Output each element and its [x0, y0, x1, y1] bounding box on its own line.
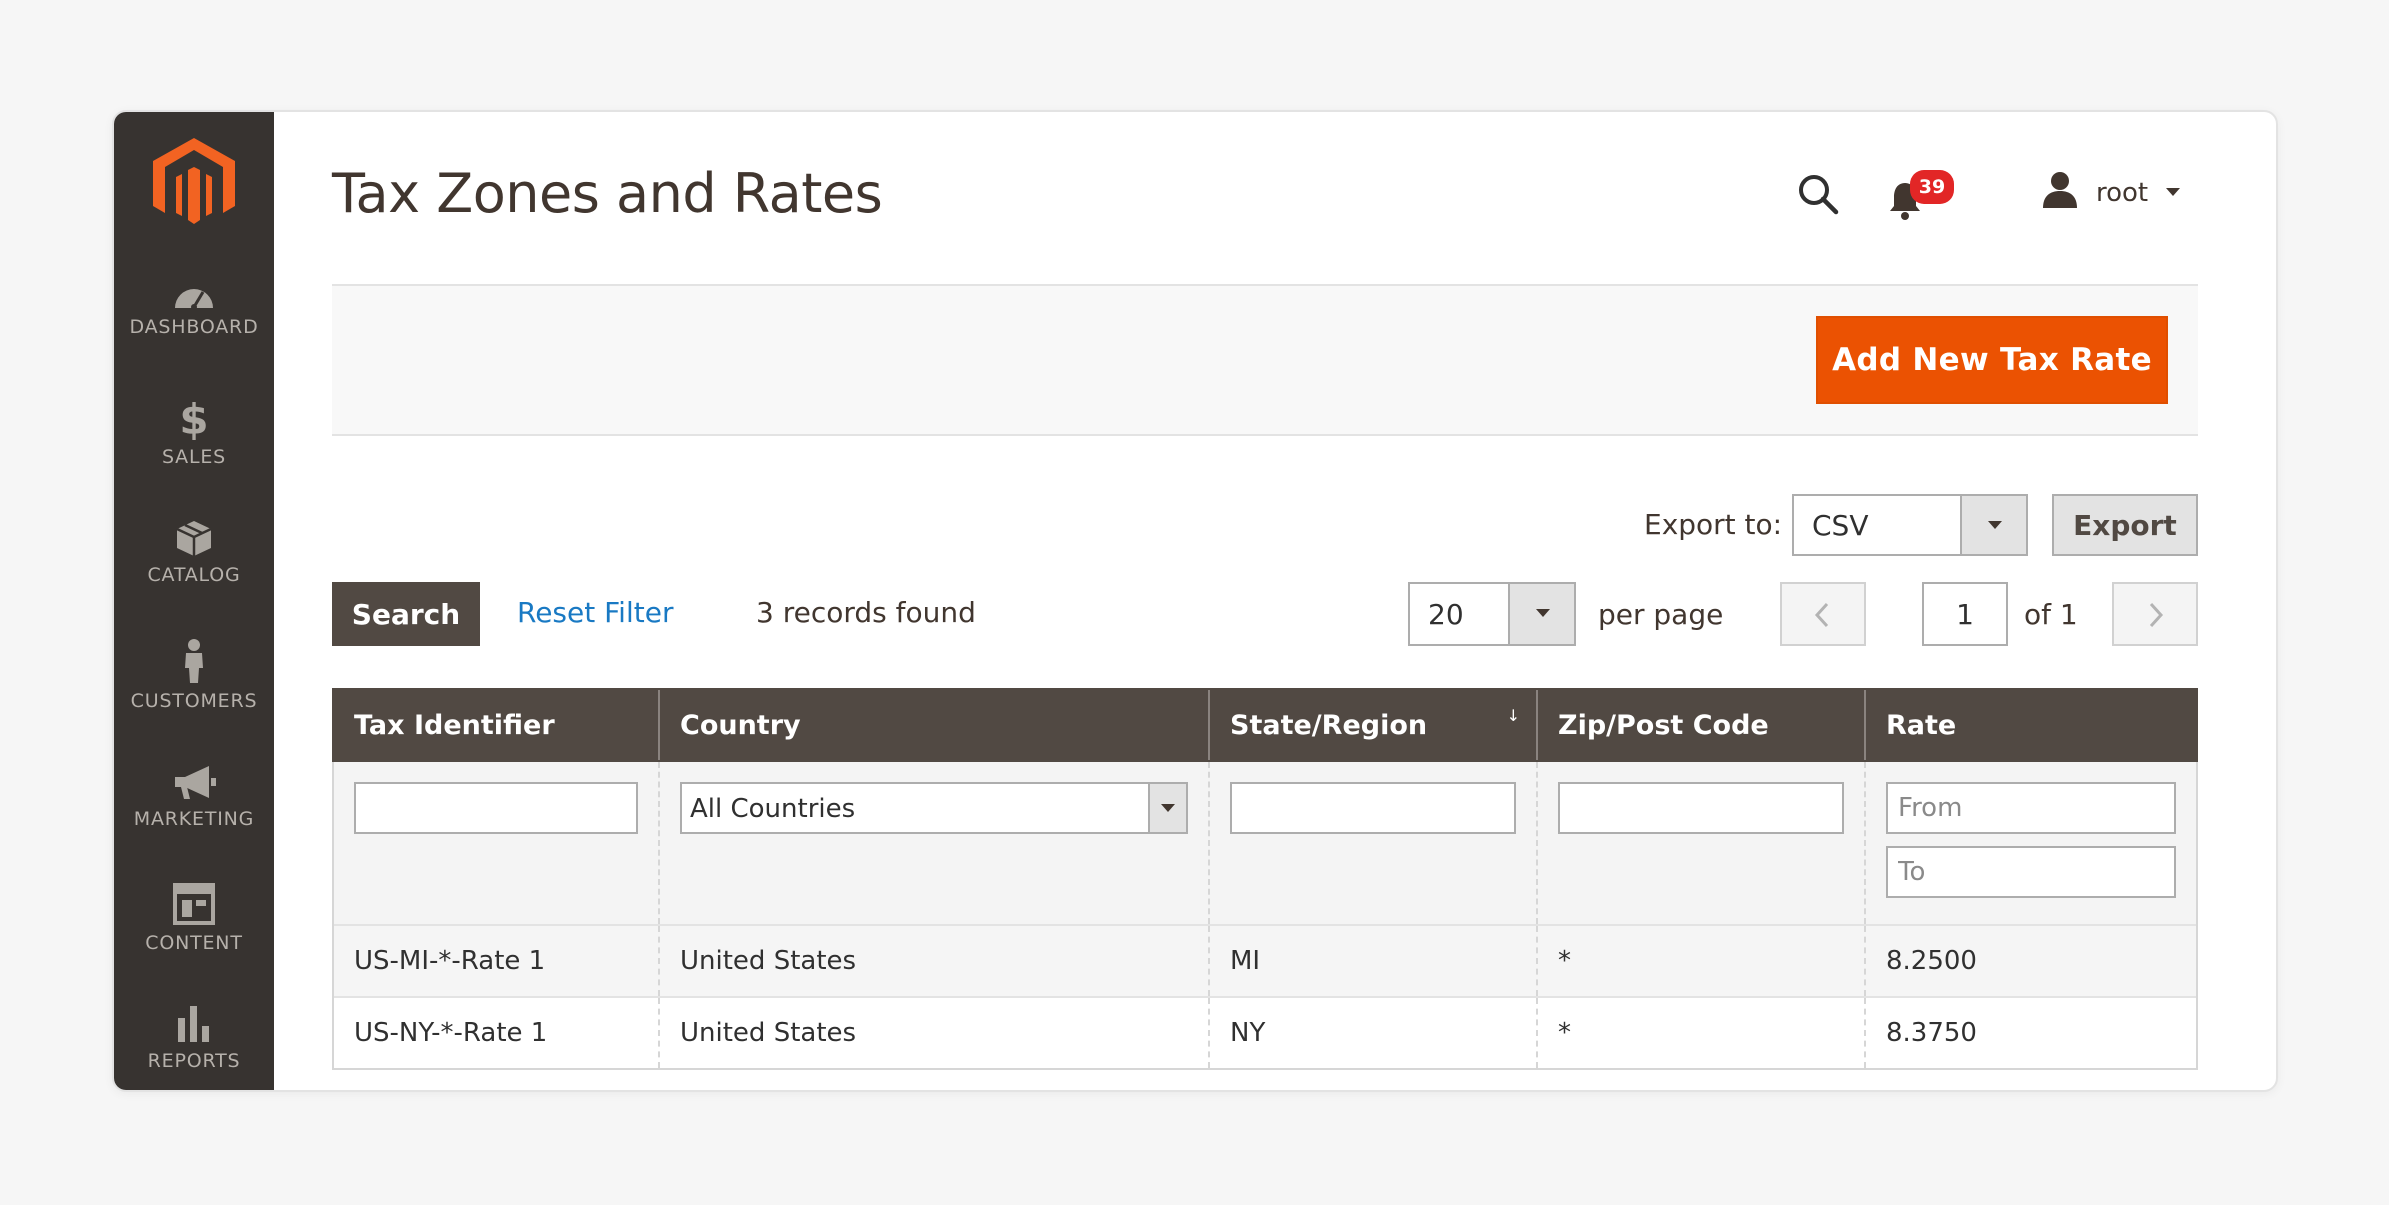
megaphone-icon — [175, 766, 216, 799]
sidebar-item-catalog[interactable]: CATALOG — [114, 518, 274, 628]
reset-filter-link[interactable]: Reset Filter — [517, 596, 673, 629]
tax-identifier-filter-input[interactable] — [354, 782, 638, 834]
chevron-down-icon — [2166, 188, 2180, 196]
table-row[interactable]: US-MI-*-Rate 1 United States MI * 8.2500 — [332, 924, 2198, 997]
chevron-down-icon — [1508, 584, 1574, 644]
cell-rate: 8.3750 — [1864, 996, 2198, 1070]
cell-tax-identifier: US-NY-*-Rate 1 — [332, 996, 659, 1070]
grid-header-row: Tax Identifier Country State/Region ↓ Zi… — [332, 688, 2198, 762]
sidebar-item-reports[interactable]: REPORTS — [114, 1004, 274, 1090]
cell-tax-identifier: US-MI-*-Rate 1 — [332, 924, 659, 997]
page-number-input[interactable] — [1922, 582, 2008, 646]
column-header-country[interactable]: Country — [658, 688, 1209, 762]
chevron-right-icon — [2149, 602, 2164, 628]
zip-post-code-filter-input[interactable] — [1558, 782, 1844, 834]
notifications-button[interactable]: 39 — [1888, 170, 1954, 220]
svg-text:$: $ — [179, 396, 208, 440]
filter-cell — [1864, 761, 2198, 925]
per-page-select[interactable]: 20 — [1408, 582, 1576, 646]
per-page-value: 20 — [1428, 598, 1464, 631]
tax-rates-grid: Tax Identifier Country State/Region ↓ Zi… — [332, 688, 2198, 1070]
chevron-down-icon — [1960, 496, 2026, 554]
column-header-tax-identifier[interactable]: Tax Identifier — [332, 688, 659, 762]
cell-zip-post-code: * — [1536, 924, 1865, 997]
magento-logo-icon[interactable] — [147, 136, 241, 226]
next-page-button[interactable] — [2112, 582, 2198, 646]
cell-country: United States — [658, 996, 1209, 1070]
cell-country: United States — [658, 924, 1209, 997]
country-filter-value: All Countries — [690, 794, 856, 824]
person-icon — [185, 639, 203, 683]
filter-cell — [332, 761, 659, 925]
page-actions-bar: Add New Tax Rate — [332, 284, 2198, 436]
page-total: of 1 — [2024, 598, 2078, 631]
admin-sidebar: DASHBOARD $ SALES CATALOG CUSTOMERS MARK… — [114, 112, 274, 1090]
column-header-zip-post-code[interactable]: Zip/Post Code — [1536, 688, 1865, 762]
sort-arrow-icon: ↓ — [1506, 706, 1520, 725]
records-count: 3 records found — [756, 596, 976, 629]
dollar-icon: $ — [179, 396, 208, 440]
notifications-badge: 39 — [1910, 170, 1954, 204]
sidebar-item-label: SALES — [161, 446, 227, 468]
search-button[interactable]: Search — [332, 582, 480, 646]
column-header-state-region[interactable]: State/Region ↓ — [1208, 688, 1537, 762]
state-region-filter-input[interactable] — [1230, 782, 1516, 834]
user-name: root — [2096, 178, 2149, 208]
user-menu[interactable]: root — [2040, 170, 2180, 214]
bar-chart-icon — [178, 1006, 209, 1042]
sidebar-item-label: CATALOG — [147, 564, 241, 586]
filter-cell: All Countries — [658, 761, 1209, 925]
sidebar-item-label: DASHBOARD — [129, 316, 259, 338]
chevron-left-icon — [1814, 602, 1829, 628]
sidebar-item-sales[interactable]: $ SALES — [114, 396, 274, 506]
sidebar-item-customers[interactable]: CUSTOMERS — [114, 638, 274, 748]
cell-rate: 8.2500 — [1864, 924, 2198, 997]
sidebar-item-dashboard[interactable]: DASHBOARD — [114, 280, 274, 390]
layout-icon — [173, 883, 215, 925]
country-filter-select[interactable]: All Countries — [680, 782, 1188, 834]
grid-filter-row: All Countries — [332, 761, 2198, 925]
sidebar-item-label: CUSTOMERS — [130, 690, 258, 712]
previous-page-button[interactable] — [1780, 582, 1866, 646]
export-format-value: CSV — [1812, 509, 1869, 542]
search-icon[interactable] — [1796, 172, 1840, 216]
export-label: Export to: — [1644, 508, 1783, 541]
user-icon — [2043, 172, 2077, 208]
sidebar-item-label: CONTENT — [145, 932, 243, 954]
header-actions: 39 root — [1660, 162, 2180, 222]
rate-from-input[interactable] — [1886, 782, 2176, 834]
filter-cell — [1536, 761, 1865, 925]
chevron-down-icon — [1148, 784, 1186, 832]
add-new-tax-rate-button[interactable]: Add New Tax Rate — [1816, 316, 2168, 404]
per-page-label: per page — [1598, 598, 1724, 631]
cell-state-region: NY — [1208, 996, 1537, 1070]
export-button[interactable]: Export — [2052, 494, 2198, 556]
sidebar-item-label: REPORTS — [147, 1050, 241, 1072]
column-header-rate[interactable]: Rate — [1864, 688, 2198, 762]
rate-to-input[interactable] — [1886, 846, 2176, 898]
sidebar-item-content[interactable]: CONTENT — [114, 882, 274, 992]
dashboard-icon — [175, 289, 213, 310]
box-icon — [176, 521, 212, 556]
export-format-select[interactable]: CSV — [1792, 494, 2028, 556]
sidebar-item-marketing[interactable]: MARKETING — [114, 764, 274, 874]
table-row[interactable]: US-NY-*-Rate 1 United States NY * 8.3750 — [332, 996, 2198, 1070]
admin-window: DASHBOARD $ SALES CATALOG CUSTOMERS MARK… — [112, 110, 2278, 1092]
cell-state-region: MI — [1208, 924, 1537, 997]
filter-cell — [1208, 761, 1537, 925]
cell-zip-post-code: * — [1536, 996, 1865, 1070]
page-title: Tax Zones and Rates — [332, 162, 883, 225]
sidebar-item-label: MARKETING — [133, 808, 255, 830]
